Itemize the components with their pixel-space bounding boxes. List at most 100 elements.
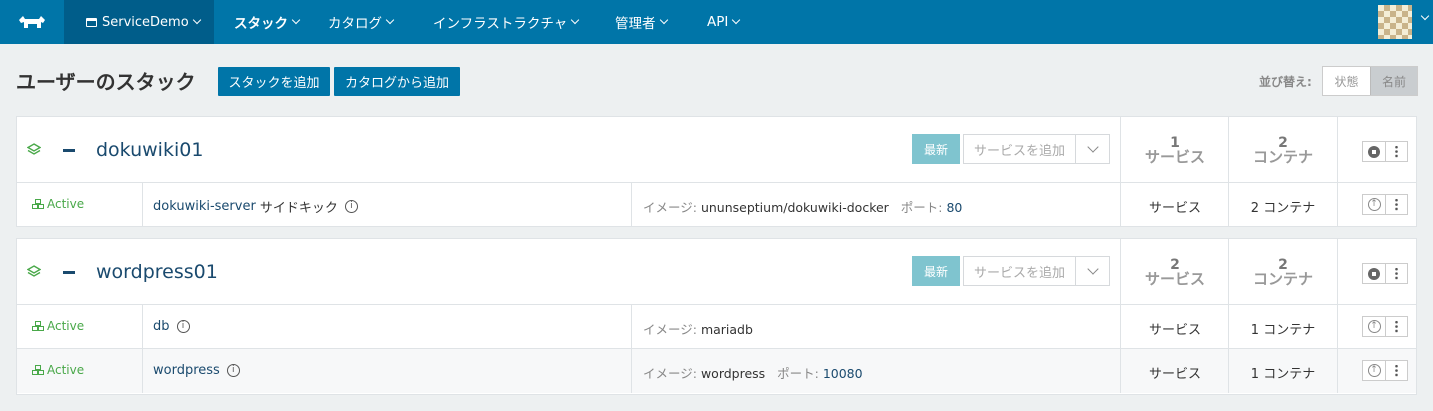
- stack-header: dokuwiki01 最新 サービスを追加 1 サービス 2 コンテナ: [17, 117, 1416, 183]
- top-navbar: ServiceDemo スタック カタログ インフラストラクチャ 管理者 API: [0, 0, 1433, 44]
- service-state: Active: [32, 319, 84, 333]
- sort-by-name-button[interactable]: 名前: [1370, 67, 1417, 95]
- service-type: サービス: [1148, 367, 1201, 382]
- service-type: サービス: [1148, 201, 1201, 216]
- stop-stack-button[interactable]: [1363, 264, 1385, 283]
- info-icon[interactable]: i: [226, 364, 240, 377]
- environment-name: ServiceDemo: [102, 14, 189, 30]
- column-divider: [631, 183, 632, 227]
- service-state-icon: [32, 321, 44, 331]
- nav-infrastructure[interactable]: インフラストラクチャ: [433, 0, 580, 44]
- nav-infrastructure-label: インフラストラクチャ: [433, 16, 568, 32]
- add-service-dropdown[interactable]: [1075, 134, 1110, 164]
- stack-panel: dokuwiki01 最新 サービスを追加 1 サービス 2 コンテナ Acti…: [16, 116, 1417, 227]
- nav-admin[interactable]: 管理者: [615, 0, 668, 44]
- service-row: Active dokuwiki-server サイドキック i イメージ: un…: [17, 183, 1416, 227]
- nav-api[interactable]: API: [707, 0, 741, 44]
- service-state-icon: [32, 199, 44, 209]
- service-count-label: サービス: [1144, 270, 1205, 288]
- sort-by-state-button[interactable]: 状態: [1323, 67, 1370, 95]
- collapse-stack-button[interactable]: [63, 149, 75, 152]
- stop-icon: [1368, 267, 1380, 280]
- info-icon[interactable]: i: [176, 320, 190, 333]
- image-label: イメージ:: [643, 322, 697, 337]
- nav-admin-label: 管理者: [615, 16, 656, 32]
- add-service-button[interactable]: サービスを追加: [963, 256, 1076, 286]
- nav-catalog[interactable]: カタログ: [328, 0, 395, 44]
- column-divider: [142, 305, 143, 348]
- info-icon[interactable]: i: [344, 200, 358, 213]
- chevron-down-icon: [1086, 263, 1099, 275]
- add-service-button[interactable]: サービスを追加: [963, 134, 1076, 164]
- port-link[interactable]: 10080: [823, 366, 863, 381]
- stack-more-button[interactable]: [1385, 142, 1407, 161]
- nav-catalog-label: カタログ: [328, 16, 382, 32]
- service-name: dokuwiki-server サイドキック i: [153, 197, 358, 216]
- column-divider: [1337, 183, 1338, 227]
- column-divider: [1337, 349, 1338, 393]
- service-state-icon: [32, 365, 44, 375]
- stack-layers-icon: [27, 265, 41, 277]
- sort-toggle: 状態 名前: [1322, 66, 1418, 96]
- chevron-down-icon: [385, 15, 395, 25]
- nav-api-label: API: [707, 14, 729, 30]
- image-value: mariadb: [700, 322, 753, 337]
- service-more-button[interactable]: [1385, 195, 1407, 214]
- stack-name[interactable]: dokuwiki01: [96, 139, 203, 161]
- service-containers: 1 コンテナ: [1250, 367, 1316, 382]
- service-image-info: イメージ: mariadb: [643, 319, 753, 338]
- service-row: Active db i イメージ: mariadb サービス 1 コンテナ ↑: [17, 305, 1416, 349]
- service-link[interactable]: wordpress: [153, 363, 220, 378]
- service-state-label: Active: [47, 363, 85, 377]
- upgrade-service-button[interactable]: ↑: [1363, 195, 1385, 214]
- service-containers: 2 コンテナ: [1250, 201, 1316, 216]
- chevron-down-icon: [659, 15, 668, 25]
- stack-more-button[interactable]: [1385, 264, 1407, 283]
- nav-stacks-label: スタック: [234, 16, 288, 32]
- user-avatar[interactable]: [1378, 5, 1412, 39]
- user-menu-chevron-icon[interactable]: [1420, 11, 1430, 21]
- rancher-logo-icon: [19, 16, 45, 28]
- column-divider: [1337, 305, 1338, 348]
- chevron-down-icon: [192, 15, 201, 25]
- add-stack-button[interactable]: スタックを追加: [218, 67, 330, 96]
- service-link[interactable]: db: [153, 319, 170, 334]
- service-name: wordpress i: [153, 363, 240, 378]
- service-state: Active: [32, 197, 84, 211]
- container-count-label: コンテナ: [1252, 148, 1313, 166]
- image-label: イメージ:: [643, 366, 697, 381]
- container-count: 2 コンテナ: [1229, 136, 1337, 166]
- sort-label: 並び替え:: [1259, 75, 1312, 89]
- column-divider: [631, 305, 632, 348]
- service-more-button[interactable]: [1385, 361, 1407, 380]
- column-divider: [142, 183, 143, 227]
- add-from-catalog-button[interactable]: カタログから追加: [334, 67, 460, 96]
- stack-header: wordpress01 最新 サービスを追加 2 サービス 2 コンテナ: [17, 239, 1416, 305]
- add-service-dropdown[interactable]: [1075, 256, 1110, 286]
- column-divider: [1337, 117, 1338, 182]
- stack-name[interactable]: wordpress01: [96, 261, 218, 283]
- stack-panel: wordpress01 最新 サービスを追加 2 サービス 2 コンテナ Act…: [16, 238, 1417, 395]
- page-title: ユーザーのスタック: [16, 70, 196, 94]
- upgrade-service-button[interactable]: ↑: [1363, 361, 1385, 380]
- port-link[interactable]: 80: [946, 200, 962, 215]
- rancher-logo[interactable]: [0, 0, 64, 44]
- image-value: wordpress: [700, 366, 766, 381]
- stop-stack-button[interactable]: [1363, 142, 1385, 161]
- service-more-button[interactable]: [1385, 317, 1407, 336]
- service-count-label: サービス: [1144, 148, 1205, 166]
- service-actions: ↑: [1362, 194, 1408, 215]
- latest-badge: 最新: [912, 134, 960, 164]
- environment-selector[interactable]: ServiceDemo: [64, 0, 214, 44]
- container-count: 2 コンテナ: [1229, 258, 1337, 287]
- collapse-stack-button[interactable]: [63, 271, 75, 274]
- sidekick-label: サイドキック: [259, 201, 338, 216]
- more-vertical-icon: [1395, 364, 1398, 377]
- upgrade-icon: ↑: [1367, 320, 1381, 333]
- service-link[interactable]: dokuwiki-server: [153, 199, 256, 214]
- upgrade-service-button[interactable]: ↑: [1363, 317, 1385, 336]
- service-actions: ↑: [1362, 316, 1408, 337]
- port-label: ポート:: [777, 366, 819, 381]
- latest-badge: 最新: [912, 256, 960, 286]
- nav-stacks[interactable]: スタック: [234, 0, 301, 44]
